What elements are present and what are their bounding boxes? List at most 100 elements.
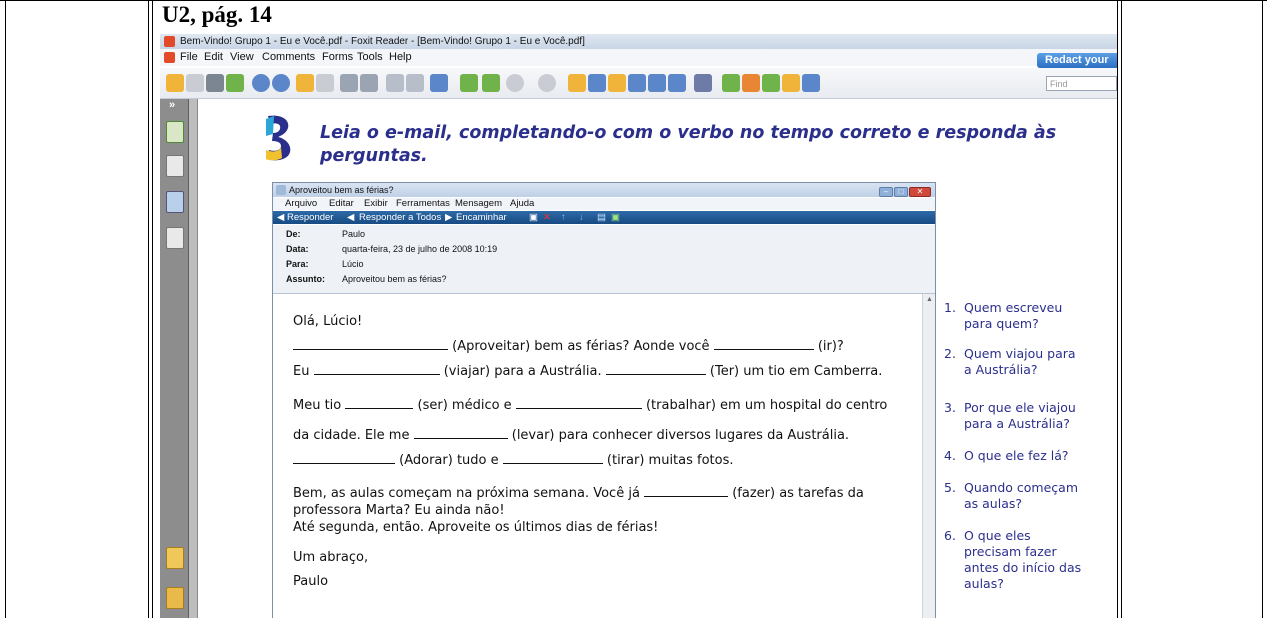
- page-layout-icon[interactable]: [340, 74, 358, 92]
- addresses-icon[interactable]: ▤: [597, 211, 606, 224]
- text-ter: (Ter) um tio em Camberra.: [709, 364, 883, 379]
- next-page-icon[interactable]: [272, 74, 290, 92]
- question-2-line-2: a Austrália?: [964, 362, 1038, 377]
- menu-view[interactable]: View: [230, 49, 254, 66]
- prev-page-icon[interactable]: [252, 74, 270, 92]
- email-menu-exibir[interactable]: Exibir: [364, 198, 388, 210]
- pages-icon[interactable]: [166, 155, 184, 177]
- blank-trabalhar[interactable]: [515, 398, 642, 409]
- blank-levar[interactable]: [413, 428, 508, 439]
- maximize-icon[interactable]: □: [894, 187, 908, 197]
- forward-icon[interactable]: [316, 74, 334, 92]
- hand-tool-icon[interactable]: [568, 74, 586, 92]
- zoom-in-icon[interactable]: [538, 74, 556, 92]
- question-6-number: 6.: [944, 528, 956, 543]
- email-icon[interactable]: [226, 74, 244, 92]
- reply-all-button[interactable]: Responder a Todos: [359, 211, 441, 224]
- undo-icon[interactable]: [386, 74, 404, 92]
- fit-page-icon[interactable]: [460, 74, 478, 92]
- email-menu-arquivo[interactable]: Arquivo: [285, 198, 317, 210]
- note-icon[interactable]: [782, 74, 800, 92]
- bookmarks-icon[interactable]: [166, 121, 184, 143]
- question-2-line-1: Quem viajou para: [964, 346, 1076, 361]
- zoom-out-icon[interactable]: [506, 74, 524, 92]
- close-icon[interactable]: ✕: [909, 187, 931, 197]
- email-window: Aproveitou bem as férias? – □ ✕ Arquivo Ed…: [272, 182, 936, 618]
- question-3-number: 3.: [944, 400, 956, 415]
- menu-tools[interactable]: Tools: [357, 49, 383, 66]
- print-mail-icon[interactable]: ▣: [529, 211, 538, 224]
- minimize-icon[interactable]: –: [879, 187, 893, 197]
- snapshot-icon[interactable]: [668, 74, 686, 92]
- menu-forms[interactable]: Forms: [322, 49, 353, 66]
- email-app-icon: [276, 185, 286, 195]
- question-2-text: Quem viajou para a Austrália?: [964, 346, 1114, 378]
- question-3-line-1: Por que ele viajou: [964, 400, 1076, 415]
- scroll-up-icon[interactable]: ▲: [926, 296, 933, 303]
- pencil-icon[interactable]: [742, 74, 760, 92]
- panel-splitter[interactable]: [189, 99, 198, 618]
- menu-help[interactable]: Help: [389, 49, 412, 66]
- expand-panel-icon[interactable]: »: [169, 99, 175, 111]
- print-icon[interactable]: [206, 74, 224, 92]
- arrow-icon[interactable]: [802, 74, 820, 92]
- exercise-number-3-icon: [266, 115, 291, 161]
- blank-viajar[interactable]: [313, 364, 440, 375]
- annotations-icon[interactable]: [166, 547, 184, 569]
- highlight-icon[interactable]: [722, 74, 740, 92]
- fit-width-icon[interactable]: [482, 74, 500, 92]
- find-binoculars-icon[interactable]: [628, 74, 646, 92]
- foxit-app-icon: [164, 36, 175, 47]
- text-levar: (levar) para conhecer diversos lugares d…: [511, 428, 850, 443]
- question-4-number: 4.: [944, 448, 956, 463]
- blank-fazer[interactable]: [644, 486, 729, 497]
- email-line-5: (Adorar) tudo e (tirar) muitas fotos.: [293, 453, 734, 468]
- save-icon[interactable]: [186, 74, 204, 92]
- question-3-line-2: para a Austrália?: [964, 416, 1070, 431]
- blank-tirar[interactable]: [502, 453, 603, 464]
- email-menu-bar: Arquivo Editar Exibir Ferramentas Mensag…: [273, 198, 935, 210]
- zoom-icon[interactable]: [430, 74, 448, 92]
- question-3-text: Por que ele viajou para a Austrália?: [964, 400, 1114, 432]
- select-text-icon[interactable]: [588, 74, 606, 92]
- instruction-line-1: Leia o e-mail, completando-o com o verbo…: [320, 123, 1057, 143]
- email-toolbar: ◀ Responder ◀ Responder a Todos ▶ Encami…: [273, 211, 935, 224]
- typewriter-icon[interactable]: [648, 74, 666, 92]
- menu-file[interactable]: File: [180, 49, 198, 66]
- textbox-icon[interactable]: [762, 74, 780, 92]
- blank-aproveitar[interactable]: [293, 339, 448, 350]
- previous-message-icon[interactable]: ↑: [561, 211, 566, 224]
- forward-button[interactable]: Encaminhar: [456, 211, 507, 224]
- blank-ter[interactable]: [605, 364, 706, 375]
- blank-ser[interactable]: [345, 398, 414, 409]
- page-layout-2-icon[interactable]: [360, 74, 378, 92]
- question-6-line-2: precisam fazer: [964, 544, 1057, 559]
- header-date-label: Data:: [286, 244, 309, 254]
- delete-icon[interactable]: ✕: [543, 211, 551, 224]
- email-menu-ferramentas[interactable]: Ferramentas: [396, 198, 450, 210]
- menu-comments[interactable]: Comments: [262, 49, 315, 66]
- edit-icon[interactable]: [694, 74, 712, 92]
- reply-button[interactable]: Responder: [287, 211, 333, 224]
- redact-button[interactable]: Redact your: [1037, 53, 1117, 68]
- menu-edit[interactable]: Edit: [204, 49, 223, 66]
- attachments-icon[interactable]: [166, 587, 184, 609]
- layers-icon[interactable]: [166, 191, 184, 213]
- email-menu-ajuda[interactable]: Ajuda: [510, 198, 534, 210]
- blank-ir[interactable]: [713, 339, 814, 350]
- open-icon[interactable]: [166, 74, 184, 92]
- next-message-icon[interactable]: ↓: [579, 211, 584, 224]
- redo-icon[interactable]: [406, 74, 424, 92]
- messenger-icon[interactable]: ▣: [611, 211, 620, 224]
- email-menu-editar[interactable]: Editar: [329, 198, 354, 210]
- email-menu-mensagem[interactable]: Mensagem: [455, 198, 502, 210]
- question-4-text: O que ele fez lá?: [964, 448, 1069, 463]
- back-icon[interactable]: [296, 74, 314, 92]
- blank-adorar[interactable]: [293, 453, 395, 464]
- comments-icon[interactable]: [166, 227, 184, 249]
- text-eu: Eu: [293, 364, 310, 379]
- find-input[interactable]: Find: [1046, 76, 1117, 91]
- email-scrollbar[interactable]: ▲: [922, 294, 935, 618]
- email-line-2: Eu (viajar) para a Austrália. (Ter) um t…: [293, 364, 882, 379]
- select-arrow-icon[interactable]: [608, 74, 626, 92]
